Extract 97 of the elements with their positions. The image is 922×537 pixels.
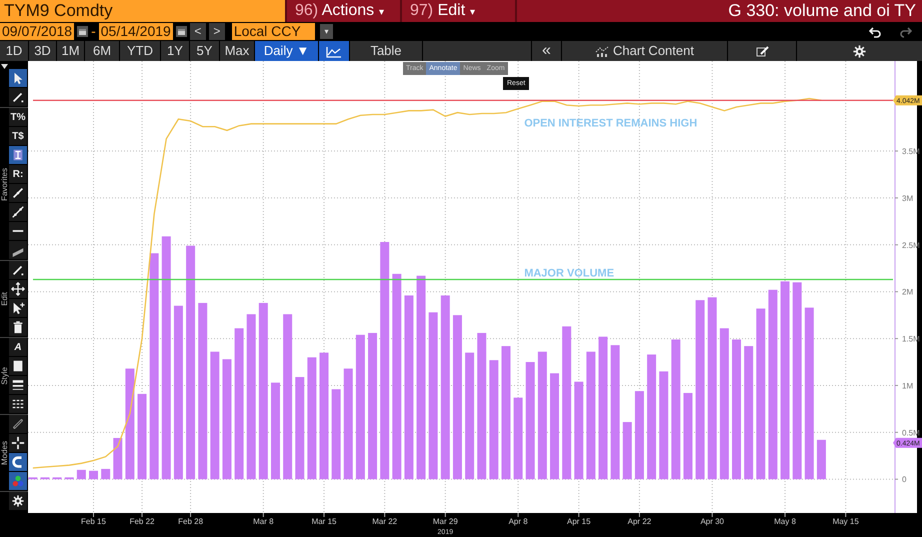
undo-icon[interactable] — [869, 26, 881, 38]
x-axis-label: Feb 15 — [81, 517, 106, 526]
tool-button[interactable] — [9, 395, 27, 413]
period-tab[interactable]: 3D — [29, 41, 56, 61]
period-tab[interactable]: 1D — [0, 41, 28, 61]
frequency-dropdown[interactable]: Daily ▼ — [255, 41, 318, 61]
period-tab[interactable]: Max — [220, 41, 254, 61]
tool-button[interactable]: R: — [9, 165, 27, 183]
tool-button[interactable] — [9, 299, 27, 317]
volume-bar — [28, 477, 38, 480]
x-axis-label: Mar 29 — [432, 517, 458, 526]
x-axis-label: Mar 8 — [253, 517, 274, 526]
volume-bar — [101, 468, 110, 480]
x-axis-label: May 8 — [774, 517, 796, 526]
edit-button[interactable] — [728, 41, 796, 61]
tool-button[interactable] — [9, 415, 27, 433]
pencil-icon — [11, 90, 25, 104]
tool-button[interactable]: A — [9, 338, 27, 356]
x-axis-label: Apr 30 — [700, 517, 724, 526]
y-axis-label: 0 — [902, 475, 906, 484]
chart-annotation: MAJOR VOLUME — [524, 268, 614, 280]
date-separator: - — [91, 22, 96, 41]
dashed-lines-icon — [11, 397, 25, 411]
tool-button[interactable]: T$ — [9, 127, 27, 145]
tool-button[interactable] — [9, 222, 27, 240]
tool-button[interactable] — [9, 88, 27, 106]
y-axis-label: 3M — [902, 194, 914, 203]
tool-button[interactable]: T% — [9, 108, 27, 126]
y-axis-label: 1M — [902, 381, 914, 390]
tool-button[interactable] — [9, 453, 27, 471]
x-axis-label: Feb 22 — [130, 517, 154, 526]
calendar-icon[interactable] — [77, 26, 88, 37]
period-tab[interactable]: YTD — [120, 41, 160, 61]
line-icon — [11, 186, 25, 200]
group-label: Style — [0, 367, 10, 385]
tool-button[interactable] — [9, 376, 27, 394]
tool-button[interactable] — [9, 434, 27, 452]
text-bar-icon — [11, 148, 25, 162]
x-axis-label: Apr 8 — [508, 517, 528, 526]
tool-button[interactable] — [9, 280, 27, 298]
line-icon — [11, 205, 25, 219]
pencil-icon — [11, 263, 25, 277]
dropdown-button[interactable]: ▾ — [320, 24, 333, 39]
caret-icon[interactable] — [1, 64, 8, 69]
volume-bar — [52, 477, 62, 480]
window-title: G 330: volume and oi TY — [515, 0, 922, 22]
chart-content-button[interactable]: Chart Content — [562, 41, 727, 61]
group-label: Favorites — [0, 168, 10, 200]
move-icon — [11, 282, 25, 296]
next-button[interactable]: > — [208, 23, 225, 40]
currency-field[interactable]: Local CCY — [232, 23, 315, 40]
link-icon — [11, 417, 25, 431]
tool-button[interactable] — [9, 261, 27, 279]
tool-button[interactable] — [9, 184, 27, 202]
period-tab[interactable]: 1Y — [161, 41, 189, 61]
period-tab[interactable]: 1M — [57, 41, 84, 61]
redo-icon[interactable] — [900, 26, 912, 38]
settings-button[interactable] — [9, 492, 27, 510]
security-field[interactable]: TYM9 Comdty — [0, 0, 285, 22]
tool-button[interactable] — [9, 146, 27, 164]
group-label: Modes — [0, 440, 10, 465]
volume-bar — [64, 477, 74, 480]
edit-icon — [756, 46, 768, 56]
tool-button[interactable] — [9, 241, 27, 259]
tool-button[interactable] — [9, 203, 27, 221]
pointer-plus-icon — [11, 301, 25, 315]
chart-icon — [595, 46, 610, 56]
x-axis-label: Feb 28 — [178, 517, 204, 526]
start-date-field[interactable]: 09/07/2018 — [0, 23, 74, 40]
x-axis-label: Apr 15 — [567, 517, 591, 526]
previous-button[interactable]: < — [190, 23, 206, 40]
chart-type-button[interactable] — [319, 41, 349, 61]
chart-annotation: OPEN INTEREST REMAINS HIGH — [524, 117, 698, 130]
x-axis-label: Mar 15 — [312, 517, 336, 526]
trash-icon — [11, 320, 25, 334]
color-dots-icon — [11, 474, 25, 488]
table-button[interactable]: Table — [350, 41, 422, 61]
x-axis-label: May 15 — [832, 517, 859, 526]
y-axis-label: 2M — [902, 288, 914, 297]
period-tab[interactable]: 6M — [85, 41, 119, 61]
tool-button[interactable] — [9, 357, 27, 375]
calendar-icon[interactable] — [176, 26, 187, 37]
x-axis-label: Mar 22 — [372, 517, 398, 526]
tool-button[interactable] — [9, 318, 27, 336]
crosshair-icon — [11, 436, 25, 450]
settings-button[interactable] — [797, 41, 922, 61]
line-weight-icon — [11, 378, 25, 392]
x-axis-label: Apr 22 — [628, 517, 652, 526]
collapse-button[interactable]: « — [532, 41, 561, 61]
settings-icon — [12, 495, 24, 507]
group-label: Edit — [0, 292, 10, 306]
line-chart-icon — [326, 46, 342, 58]
settings-icon — [853, 44, 866, 58]
square-icon — [11, 359, 25, 373]
period-tab[interactable]: 5Y — [190, 41, 219, 61]
volume-bar — [40, 477, 50, 480]
end-date-field[interactable]: 05/14/2019 — [98, 23, 173, 40]
